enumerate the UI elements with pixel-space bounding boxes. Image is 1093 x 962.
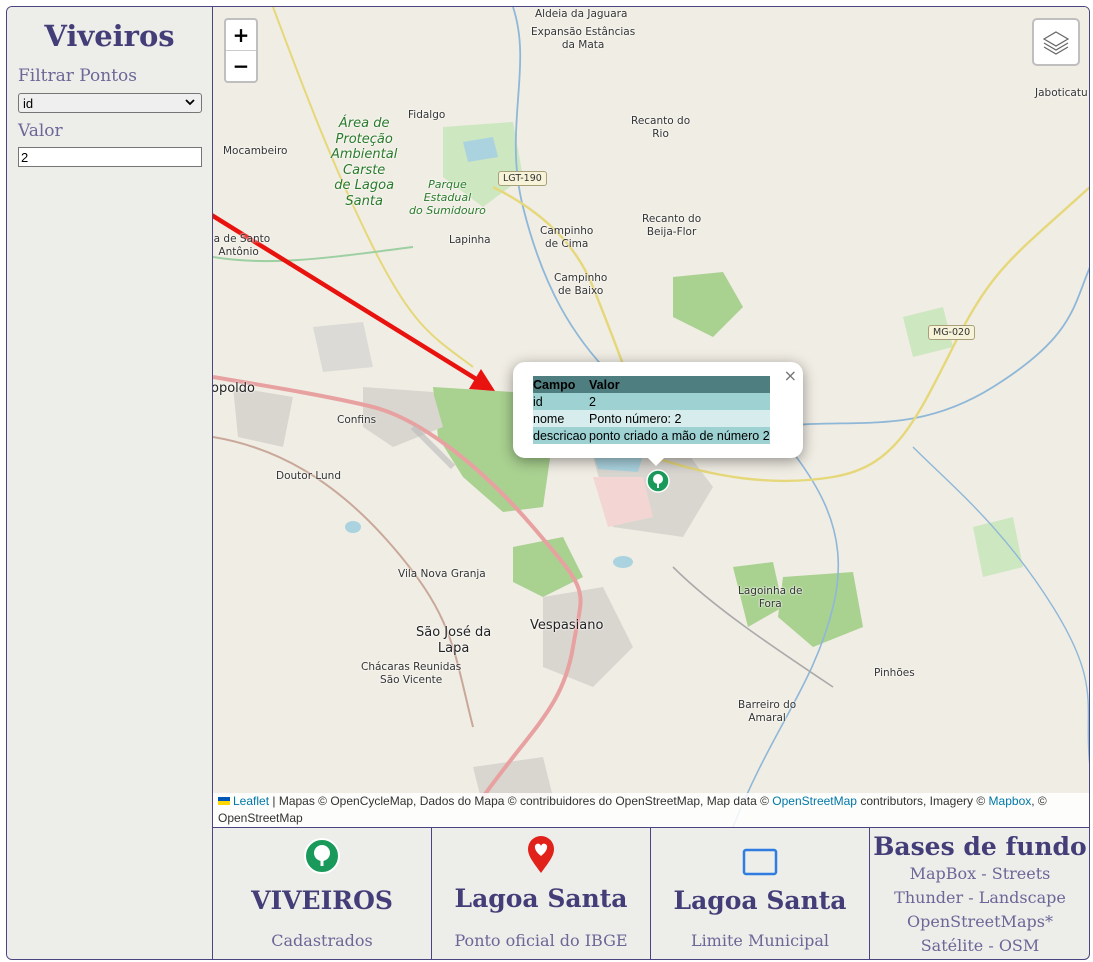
popup-table: Campo Valor id 2 nome Ponto número: 2 de… — [533, 376, 770, 444]
value-input[interactable]: 2 — [18, 147, 202, 167]
road-shield: LGT-190 — [498, 171, 547, 186]
popup-header-valor: Valor — [589, 376, 770, 393]
filter-select[interactable]: id — [18, 93, 202, 113]
table-row: id 2 — [533, 393, 770, 410]
place-label: Pinhões — [874, 667, 915, 679]
place-label: Jaboticatu — [1035, 87, 1088, 99]
leaflet-link[interactable]: Leaflet — [233, 794, 269, 808]
place-label: Confins — [337, 414, 377, 426]
legend-cards: VIVEIROS Cadastrados Lagoa Santa Ponto o… — [212, 827, 1089, 959]
tree-marker-icon — [304, 838, 340, 874]
place-label: Barreiro do Amaral — [738, 699, 797, 724]
mapbox-link[interactable]: Mapbox — [989, 794, 1032, 808]
popup-cell: id — [533, 393, 589, 410]
place-label: Chácaras Reunidas São Vicente — [361, 661, 462, 686]
filter-label: Filtrar Pontos — [18, 66, 138, 86]
popup-cell: Ponto número: 2 — [589, 410, 770, 427]
attribution-text: contributors, Imagery © — [856, 794, 989, 808]
road-shield: MG-020 — [928, 325, 976, 340]
card-limite[interactable]: Lagoa Santa Limite Municipal — [651, 828, 870, 959]
place-label: Mocambeiro — [223, 145, 288, 157]
place-label: Lapinha — [449, 234, 491, 246]
app-frame: Viveiros Filtrar Pontos id Valor 2 Aldei… — [6, 6, 1090, 960]
card-viveiros[interactable]: VIVEIROS Cadastrados — [213, 828, 432, 959]
sidebar-title: Viveiros — [44, 19, 175, 53]
place-label: Aldeia da Jaguara — [535, 8, 628, 20]
card-bases: Bases de fundo MapBox - Streets Thunder … — [870, 828, 1089, 959]
popup-tip — [646, 456, 666, 466]
place-label: Vila Nova Granja — [398, 568, 486, 580]
chevron-down-icon — [185, 99, 195, 106]
rectangle-icon — [742, 848, 778, 876]
table-row: descricao ponto criado a mão de número 2 — [533, 427, 770, 444]
place-label: Vespasiano — [530, 618, 604, 633]
layers-icon — [1042, 31, 1070, 55]
card-title: VIVEIROS — [251, 886, 393, 915]
popup-cell: descricao — [533, 427, 589, 444]
attribution-text: | Mapas © OpenCycleMap, Dados do Mapa © … — [269, 794, 773, 808]
place-label: Lagoinha de Fora — [738, 585, 803, 610]
place-label: Recanto do Beija-Flor — [642, 213, 702, 238]
place-label: opoldo — [212, 381, 255, 396]
place-label: Recanto do Rio — [631, 115, 691, 140]
card-subtitle: Limite Municipal — [690, 931, 830, 950]
table-row: nome Ponto número: 2 — [533, 410, 770, 427]
place-label: Parque Estadual do Sumidouro — [409, 178, 486, 218]
popup-header-campo: Campo — [533, 376, 589, 393]
place-label: Campinho de Baixo — [554, 272, 608, 297]
place-label: Doutor Lund — [276, 470, 341, 482]
place-label: Fidalgo — [408, 109, 446, 121]
card-subtitle: Ponto oficial do IBGE — [454, 931, 628, 950]
osm-link[interactable]: OpenStreetMap — [772, 794, 857, 808]
base-item[interactable]: Thunder - Landscape — [870, 888, 1089, 907]
card-ponto-ibge[interactable]: Lagoa Santa Ponto oficial do IBGE — [432, 828, 651, 959]
zoom-in-button[interactable]: + — [226, 20, 256, 51]
tree-marker-icon[interactable] — [646, 469, 670, 493]
place-label: Expansão Estâncias da Mata — [531, 26, 636, 51]
heart-pin-icon — [528, 836, 554, 873]
map-attribution: Leaflet | Mapas © OpenCycleMap, Dados do… — [213, 793, 1089, 827]
value-label: Valor — [18, 121, 63, 141]
place-label: São José da Lapa — [416, 625, 492, 656]
bases-title: Bases de fundo — [873, 832, 1087, 861]
base-item[interactable]: OpenStreetMaps* — [870, 912, 1089, 931]
feature-popup: × Campo Valor id 2 nome Ponto número: 2 … — [513, 362, 803, 458]
base-item[interactable]: Satélite - OSM — [870, 936, 1089, 955]
card-title: Lagoa Santa — [673, 886, 847, 915]
card-title: Lagoa Santa — [454, 884, 628, 913]
zoom-out-button[interactable]: − — [226, 51, 256, 81]
ukraine-flag-icon — [218, 797, 230, 805]
popup-close-button[interactable]: × — [784, 366, 797, 385]
zoom-control: + − — [224, 18, 258, 83]
popup-cell: nome — [533, 410, 589, 427]
place-label: pa de Santo Antônio — [213, 233, 271, 258]
card-subtitle: Cadastrados — [271, 931, 373, 950]
layers-button[interactable] — [1032, 18, 1080, 66]
base-item[interactable]: MapBox - Streets — [870, 864, 1089, 883]
sidebar: Viveiros Filtrar Pontos id Valor 2 — [7, 7, 212, 959]
popup-cell: 2 — [589, 393, 770, 410]
map[interactable]: Aldeia da Jaguara Expansão Estâncias da … — [212, 7, 1089, 827]
popup-cell: ponto criado a mão de número 2 — [589, 427, 770, 444]
filter-select-value: id — [23, 96, 34, 111]
place-label: Campinho de Cima — [540, 225, 594, 250]
place-label: Área de Proteção Ambiental Carste de Lag… — [331, 116, 398, 209]
